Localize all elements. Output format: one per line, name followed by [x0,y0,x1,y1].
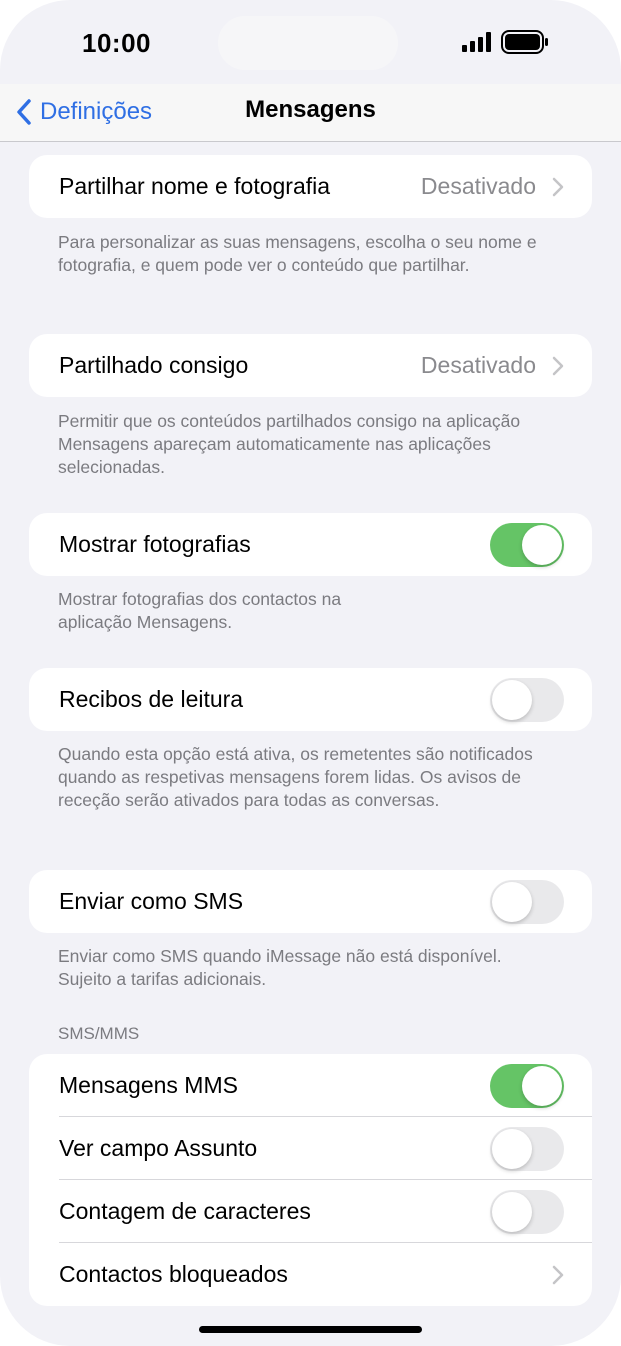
shared-with-you-value: Desativado [420,352,536,378]
char-count-toggle[interactable] [490,1190,564,1234]
navigation-bar: Definições Mensagens [0,84,621,142]
toggle-knob [492,680,532,720]
page-title: Mensagens [245,96,376,123]
share-name-value: Desativado [420,173,536,199]
mms-label: Mensagens MMS [59,1072,238,1098]
toggle-knob [492,1192,532,1232]
char-count-label: Contagem de caracteres [59,1198,311,1224]
toggle-knob [492,882,532,922]
show-photos-footer: Mostrar fotografias dos contactos na apl… [58,589,342,632]
show-photos-group: Mostrar fotografias [29,513,592,576]
send-as-sms-toggle[interactable] [490,880,564,924]
read-receipts-label: Recibos de leitura [59,686,244,712]
home-indicator[interactable] [199,1326,422,1333]
share-name-group: Partilhar nome e fotografia Desativado [29,155,592,218]
chevron-right-icon [552,356,564,376]
read-receipts-toggle[interactable] [490,678,564,722]
show-photos-toggle[interactable] [490,523,564,567]
send-as-sms-label: Enviar como SMS [59,888,244,914]
read-receipts-row: Recibos de leitura [29,668,592,731]
battery-icon [501,30,548,54]
shared-with-you-label: Partilhado consigo [59,352,249,378]
mms-row: Mensagens MMS [29,1054,592,1117]
share-name-row[interactable]: Partilhar nome e fotografia Desativado [29,155,592,218]
send-as-sms-row: Enviar como SMS [29,870,592,933]
sms-mms-group: Mensagens MMS Ver campo Assunto Contagem… [29,1054,592,1306]
mms-toggle[interactable] [490,1064,564,1108]
send-as-sms-footer: Enviar como SMS quando iMessage não está… [58,946,502,989]
subject-row: Ver campo Assunto [29,1117,592,1180]
share-name-footer: Para personalizar as suas mensagens, esc… [58,232,537,275]
send-as-sms-group: Enviar como SMS [29,870,592,933]
read-receipts-footer: Quando esta opção está ativa, os remeten… [58,744,533,810]
chevron-right-icon [552,177,564,197]
blocked-contacts-row[interactable]: Contactos bloqueados [29,1243,592,1306]
status-time: 10:00 [82,28,151,58]
chevron-right-icon [552,1265,564,1285]
subject-label: Ver campo Assunto [59,1135,258,1161]
shared-with-you-footer: Permitir que os conteúdos partilhados co… [58,411,521,477]
shared-with-you-group: Partilhado consigo Desativado [29,334,592,397]
cellular-signal-icon [462,32,491,52]
sms-mms-section-header: SMS/MMS [58,1024,140,1043]
toggle-knob [492,1129,532,1169]
show-photos-label: Mostrar fotografias [59,531,251,557]
char-count-row: Contagem de caracteres [29,1180,592,1243]
dynamic-island [218,16,398,70]
show-photos-row: Mostrar fotografias [29,513,592,576]
toggle-knob [522,525,562,565]
shared-with-you-row[interactable]: Partilhado consigo Desativado [29,334,592,397]
read-receipts-group: Recibos de leitura [29,668,592,731]
toggle-knob [522,1066,562,1106]
phone-screen: 10:00 Definições Mensagens Partilhar nom… [0,0,621,1346]
share-name-label: Partilhar nome e fotografia [59,173,331,199]
subject-toggle[interactable] [490,1127,564,1171]
status-bar: 10:00 [0,0,621,84]
blocked-contacts-label: Contactos bloqueados [59,1261,288,1287]
